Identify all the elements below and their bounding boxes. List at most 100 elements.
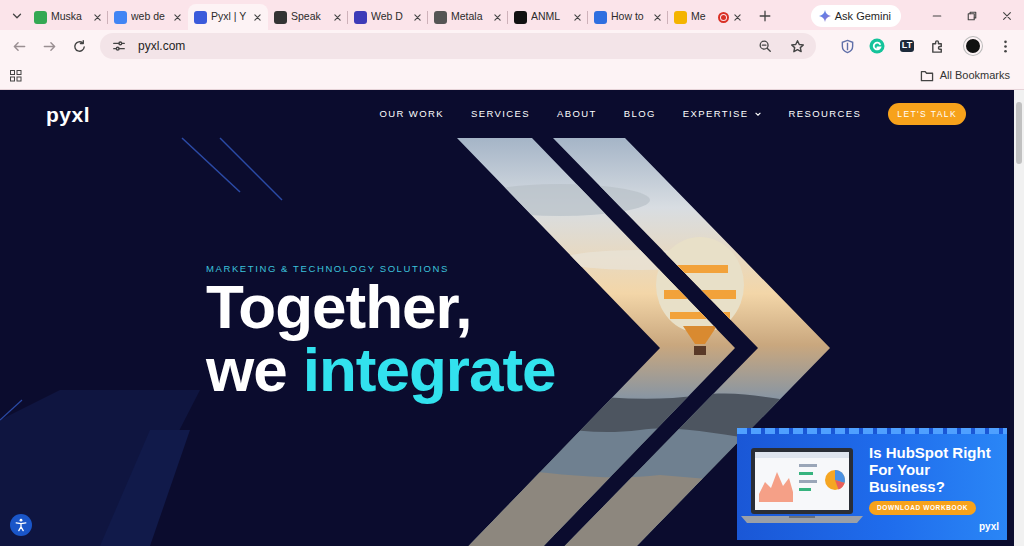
address-bar[interactable]: pyxl.com [100,33,816,59]
minimize-icon[interactable] [920,2,954,30]
browser-tab[interactable]: Me [668,4,748,30]
nav-link[interactable]: ABOUT [557,107,597,121]
close-icon[interactable] [573,13,582,22]
site-header: pyxl OUR WORK SERVICES ABOUT BLOG EXPERTISE RE… [0,90,1014,138]
close-icon[interactable] [653,13,662,22]
nav-link[interactable]: BLOG [624,107,656,121]
favicon-icon [354,11,367,24]
favicon-icon [594,11,607,24]
download-workbook-button[interactable]: DOWNLOAD WORKBOOK [869,501,976,515]
hero: MARKETING & TECHNOLOGY SOLUTIONSTogether… [0,263,1014,401]
hubspot-ad-banner[interactable]: Is HubSpot Right For Your Business? DOWNL… [737,428,1007,540]
tab-strip: Muska web de Pyxl | Y Speak Web D Metala ANML H… [0,0,1024,30]
tab-search-icon[interactable] [6,4,28,28]
folder-icon [920,70,934,82]
apps-grid-icon[interactable] [10,70,22,82]
extension-label[interactable]: LT [900,40,914,52]
address-text[interactable]: pyxl.com [138,37,746,55]
zoom-icon[interactable] [752,33,778,59]
headline-word: integrate [303,338,556,401]
browser-tab[interactable]: web de [108,4,188,30]
recording-icon [718,12,729,23]
grammarly-icon[interactable] [864,33,890,59]
tab-label[interactable]: Muska [51,9,89,25]
nav-link[interactable]: SERVICES [471,107,530,121]
shield-icon[interactable] [834,33,860,59]
browser-tab[interactable]: Web D [348,4,428,30]
headline-line: Together, [206,275,1014,338]
hero-headline: Together,weintegrate [206,275,1014,401]
site-nav: OUR WORK SERVICES ABOUT BLOG EXPERTISE RESOUR… [379,103,966,125]
headline-line: weintegrate [206,338,1014,401]
tab-label[interactable]: How to [611,9,649,25]
browser-tab[interactable]: Muska [28,4,108,30]
puzzle-icon[interactable] [924,33,950,59]
browser-toolbar: pyxl.com LT [0,30,1024,62]
nav-link-label[interactable]: ABOUT [557,107,597,121]
close-icon[interactable] [333,13,342,22]
nav-link[interactable]: OUR WORK [379,107,444,121]
tab-label[interactable]: web de [131,9,169,25]
favicon-icon [674,11,687,24]
ad-title[interactable]: Is HubSpot Right For Your Business? [869,444,991,495]
profile-avatar-icon[interactable] [964,37,982,55]
site-logo[interactable]: pyxl [46,104,90,125]
favicon-icon [514,11,527,24]
tab-label[interactable]: Metala [451,9,489,25]
close-icon[interactable] [93,13,102,22]
restore-icon[interactable] [955,2,989,30]
browser-tab[interactable]: How to [588,4,668,30]
browser-tab[interactable]: Speak [268,4,348,30]
favicon-icon [34,11,47,24]
scrollbar[interactable] [1014,90,1024,546]
bookmark-star-icon[interactable] [784,33,810,59]
browser-tab[interactable]: Metala [428,4,508,30]
close-icon[interactable] [173,13,182,22]
page-viewport: pyxl OUR WORK SERVICES ABOUT BLOG EXPERTISE RE… [0,90,1024,546]
browser-tab[interactable]: ANML [508,4,588,30]
accessibility-icon[interactable] [10,514,32,536]
close-icon[interactable] [253,13,262,22]
tab-label[interactable]: Web D [371,9,409,25]
forward-arrow-icon[interactable] [36,33,62,59]
ad-content: Is HubSpot Right For Your Business? DOWNL… [869,438,991,532]
ad-stripe [737,428,1007,434]
favicon-icon [194,11,207,24]
close-icon[interactable] [493,13,502,22]
nav-link[interactable]: RESOURCES [789,107,862,121]
nav-link-label[interactable]: BLOG [624,107,656,121]
site-info-icon[interactable] [106,33,132,59]
tab-label[interactable]: Pyxl | Y [211,9,249,25]
nav-link-label[interactable]: EXPERTISE [683,107,749,121]
nav-link-label[interactable]: SERVICES [471,107,530,121]
ask-gemini-button[interactable]: Ask Gemini [811,5,901,28]
all-bookmarks-button[interactable]: All Bookmarks [920,67,1010,84]
close-window-icon[interactable] [990,2,1024,30]
tab-label[interactable]: Speak [291,9,329,25]
close-icon[interactable] [733,13,742,22]
web-page: pyxl OUR WORK SERVICES ABOUT BLOG EXPERTISE RE… [0,90,1014,546]
gemini-sparkle-icon [819,10,831,22]
back-arrow-icon[interactable] [6,33,32,59]
window-controls [919,2,1024,30]
language-tool-extension[interactable]: LT [894,33,920,59]
favicon-icon [274,11,287,24]
browser-tab[interactable]: Pyxl | Y [188,4,268,30]
menu-dots-icon[interactable] [992,33,1018,59]
tab-label[interactable]: Me [691,9,714,25]
tab-label[interactable]: ANML [531,9,569,25]
new-tab-plus-icon[interactable] [752,3,778,29]
ask-gemini-label[interactable]: Ask Gemini [835,8,891,25]
reload-icon[interactable] [66,33,92,59]
favicon-icon [114,11,127,24]
scrollbar-thumb[interactable] [1016,102,1022,164]
nav-link[interactable]: EXPERTISE [683,107,762,121]
nav-link-label[interactable]: OUR WORK [379,107,444,121]
lets-talk-button[interactable]: LET'S TALK [888,103,966,125]
dropdown-chevron-icon[interactable] [754,110,762,118]
all-bookmarks-label[interactable]: All Bookmarks [940,67,1010,84]
nav-link-label[interactable]: RESOURCES [789,107,862,121]
close-icon[interactable] [413,13,422,22]
bookmarks-bar: All Bookmarks [0,62,1024,90]
favicon-icon [434,11,447,24]
